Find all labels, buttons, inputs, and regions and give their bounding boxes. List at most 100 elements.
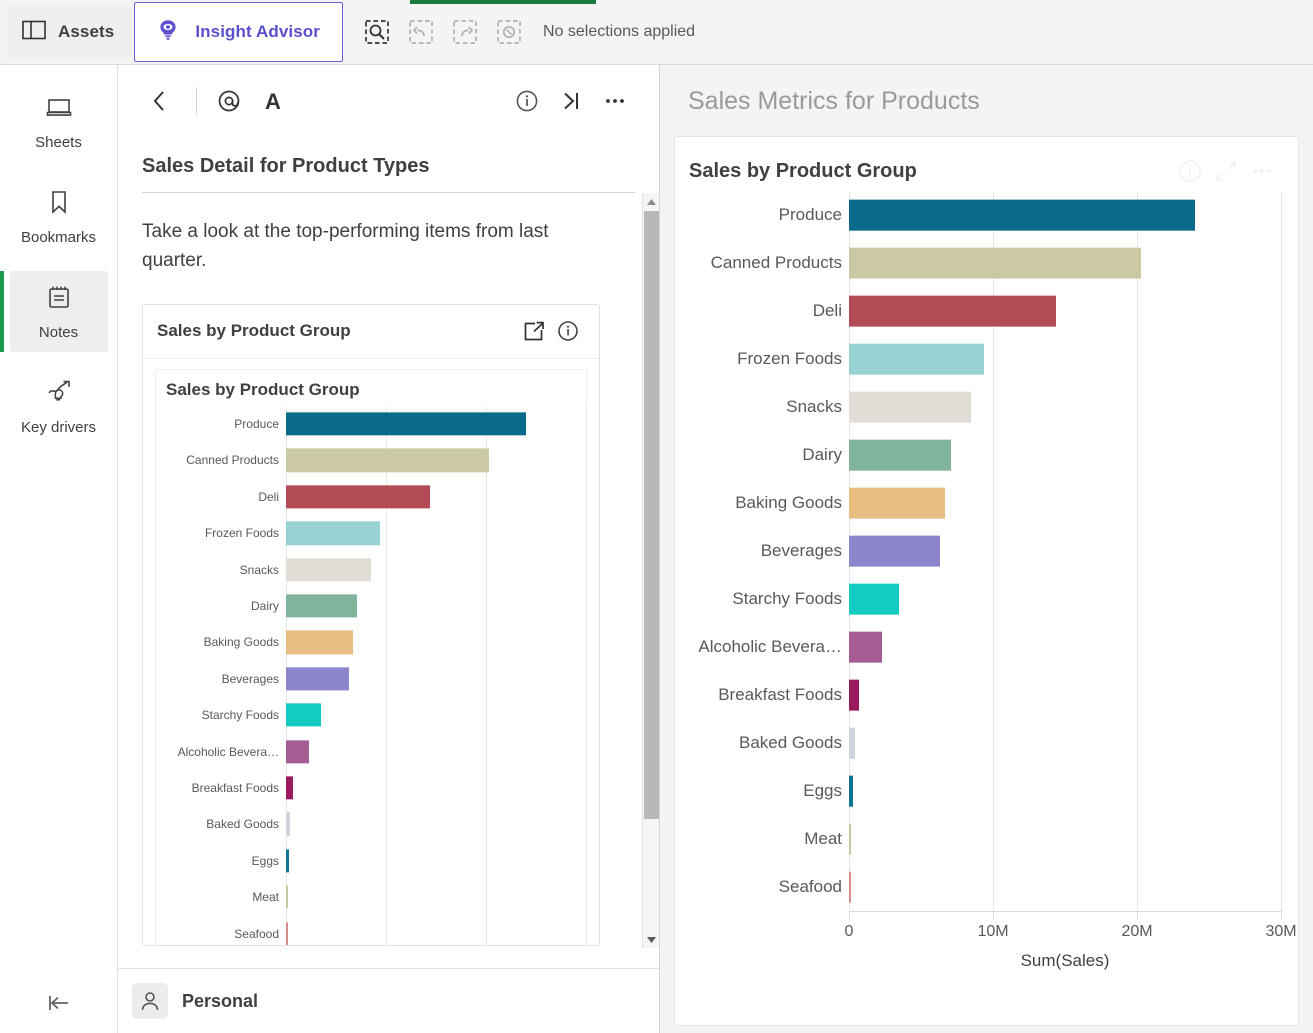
bar[interactable] — [849, 247, 1142, 279]
toolbar-divider — [196, 87, 197, 115]
main-bar-chart[interactable]: Produce Canned Products Deli Frozen Foods Sn… — [689, 191, 1297, 970]
step-forward-button[interactable] — [445, 12, 485, 52]
bar-track — [849, 719, 1280, 767]
bar-track — [849, 383, 1280, 431]
axis-tick — [849, 911, 850, 920]
sidebar-item-bookmarks[interactable]: Bookmarks — [10, 176, 108, 257]
bar[interactable] — [849, 487, 946, 519]
embedded-bar-chart[interactable]: Produce Canned Products Deli Frozen Foods Sn… — [166, 405, 587, 945]
bar[interactable] — [286, 849, 289, 873]
bar[interactable] — [849, 583, 900, 615]
bar[interactable] — [849, 823, 851, 855]
bar[interactable] — [286, 594, 357, 618]
expand-right-icon[interactable] — [549, 79, 593, 123]
bar-track — [849, 287, 1280, 335]
axis-tick — [993, 911, 994, 920]
sidebar-item-notes[interactable]: Notes — [0, 271, 108, 352]
category-label: Breakfast Foods — [718, 685, 842, 704]
x-axis: 0 10M 20M 30M Sum(Sales) — [689, 911, 1297, 970]
embedded-chart-card[interactable]: Sales by Product Group Sales by Product … — [142, 303, 600, 946]
chart-row: Eggs — [166, 843, 576, 879]
tab-assets[interactable]: Assets — [8, 6, 133, 58]
chevron-left-icon[interactable] — [138, 79, 182, 123]
bar[interactable] — [849, 775, 854, 807]
main-content-panel: Sales Metrics for Products Sales by Prod… — [660, 65, 1313, 1033]
smart-search-button[interactable] — [357, 12, 397, 52]
bar-track — [286, 442, 576, 478]
chart-row: Meat — [166, 879, 576, 915]
info-circle-icon[interactable] — [1172, 153, 1208, 189]
category-label: Deli — [258, 489, 279, 504]
more-options-icon[interactable] — [593, 79, 637, 123]
bar-track — [286, 588, 576, 624]
bar[interactable] — [849, 295, 1057, 327]
bar[interactable] — [286, 521, 380, 545]
bar-track — [849, 431, 1280, 479]
category-label: Baking Goods — [735, 493, 842, 512]
bar[interactable] — [849, 871, 851, 903]
bar-track — [849, 767, 1280, 815]
notes-vertical-scrollbar[interactable] — [642, 193, 659, 948]
tab-insight-advisor[interactable]: Insight Advisor — [134, 2, 343, 62]
bar[interactable] — [286, 921, 288, 945]
chart-row: Baking Goods — [166, 624, 576, 660]
info-circle-icon[interactable] — [551, 314, 585, 348]
sidebar-item-sheets-label: Sheets — [35, 134, 82, 151]
bar[interactable] — [286, 630, 353, 655]
bar-track — [849, 575, 1280, 623]
user-avatar-icon — [132, 983, 168, 1019]
notes-icon — [46, 284, 72, 315]
bar[interactable] — [849, 631, 883, 663]
chart-row: Snacks — [689, 383, 1280, 431]
sidebar-item-sheets[interactable]: Sheets — [10, 83, 108, 162]
category-label: Produce — [778, 205, 842, 224]
bar[interactable] — [849, 199, 1195, 231]
bar[interactable] — [286, 412, 526, 436]
chart-row: Starchy Foods — [166, 697, 576, 733]
category-label: Canned Products — [186, 453, 279, 468]
bar[interactable] — [286, 485, 430, 509]
embedded-chart-title: Sales by Product Group — [166, 379, 360, 399]
bar[interactable] — [286, 557, 371, 582]
bar[interactable] — [849, 343, 985, 375]
scrollbar-thumb[interactable] — [644, 211, 659, 819]
bar[interactable] — [286, 448, 489, 473]
bar[interactable] — [286, 739, 309, 764]
more-options-icon[interactable] — [1244, 153, 1280, 189]
scroll-up-arrow-icon[interactable] — [643, 193, 659, 210]
bar[interactable] — [849, 391, 972, 423]
key-drivers-icon — [45, 379, 73, 410]
category-label: Produce — [234, 417, 279, 432]
bar[interactable] — [849, 439, 952, 471]
axis-line — [849, 911, 1281, 912]
step-back-button[interactable] — [401, 12, 441, 52]
bar[interactable] — [286, 703, 321, 727]
bar[interactable] — [849, 727, 855, 759]
share-external-icon[interactable] — [517, 314, 551, 348]
axis-tick — [1137, 911, 1138, 920]
at-mention-icon[interactable] — [207, 79, 251, 123]
bar[interactable] — [286, 885, 288, 909]
bar-track — [286, 479, 576, 515]
bar[interactable] — [286, 667, 349, 691]
lightbulb-eye-icon — [155, 17, 181, 48]
bar-track — [849, 335, 1280, 383]
chart-row: Seafood — [166, 915, 576, 945]
collapse-left-icon[interactable] — [0, 993, 118, 1013]
category-label: Canned Products — [710, 253, 842, 272]
bar[interactable] — [286, 776, 293, 800]
bar[interactable] — [849, 679, 860, 711]
clear-selections-button[interactable] — [489, 12, 529, 52]
fullscreen-expand-icon[interactable] — [1208, 153, 1244, 189]
text-format-icon[interactable]: A — [251, 79, 295, 123]
bar[interactable] — [286, 812, 290, 836]
chart-row: Canned Products — [689, 239, 1280, 287]
qlik-sense-app-window: Assets Insight Advisor No selections app… — [0, 0, 1313, 1033]
scroll-down-arrow-icon[interactable] — [643, 931, 659, 948]
bar[interactable] — [849, 535, 940, 567]
sidebar-item-list: Sheets Bookmarks Notes Key drivers — [0, 65, 117, 447]
chart-row: Produce — [689, 191, 1280, 239]
info-circle-icon[interactable] — [505, 79, 549, 123]
axis-tick-label: 10M — [977, 923, 1009, 940]
sidebar-item-key-drivers[interactable]: Key drivers — [10, 366, 108, 447]
